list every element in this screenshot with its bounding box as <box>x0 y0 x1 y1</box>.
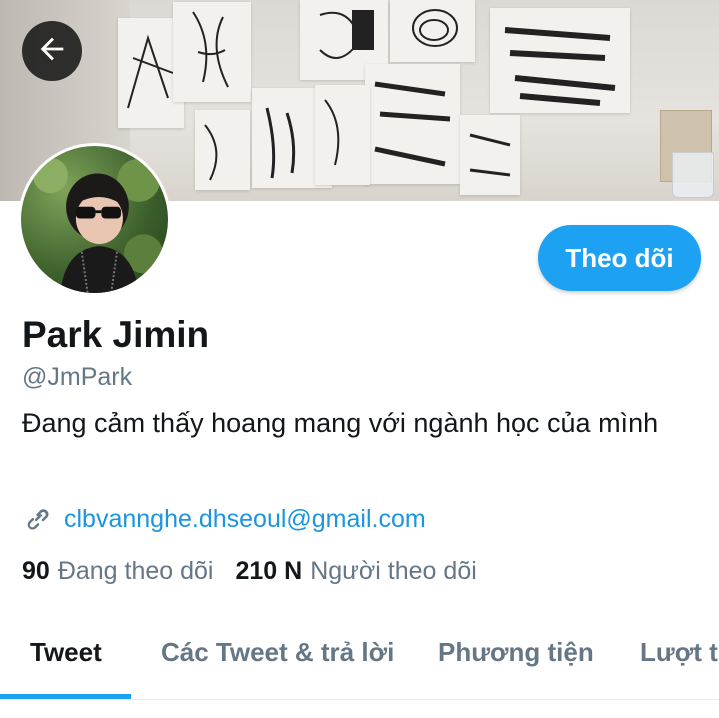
banner-drawing <box>390 0 475 62</box>
profile-tabs: Tweet Các Tweet & trả lời Phương tiện Lư… <box>0 612 719 700</box>
banner-drawing <box>195 110 250 190</box>
tab-tweets[interactable]: Tweet <box>30 637 102 668</box>
profile-handle: @JmPark <box>22 363 133 391</box>
tab-tweets-replies[interactable]: Các Tweet & trả lời <box>161 637 394 668</box>
following-label[interactable]: Đang theo dõi <box>58 557 214 586</box>
plastic-cup <box>672 152 714 198</box>
tabs-divider <box>0 699 719 700</box>
following-count[interactable]: 90 <box>22 557 50 586</box>
tab-likes[interactable]: Lượt thích <box>640 637 719 668</box>
follow-button[interactable]: Theo dõi <box>538 225 701 291</box>
banner-drawing <box>460 115 520 195</box>
back-button[interactable] <box>22 21 82 81</box>
profile-stats: 90 Đang theo dõi 210 N Người theo dõi <box>22 557 499 586</box>
link-icon <box>22 502 56 536</box>
profile-link-row: clbvannghe.dhseoul@gmail.com <box>22 502 426 536</box>
followers-label[interactable]: Người theo dõi <box>310 557 477 586</box>
banner-drawing <box>315 85 370 185</box>
profile-bio: Đang cảm thấy hoang mang với ngành học c… <box>22 408 659 438</box>
followers-count[interactable]: 210 N <box>236 557 303 586</box>
banner-drawing <box>490 8 630 113</box>
arrow-left-icon <box>35 32 69 71</box>
avatar[interactable] <box>18 143 171 296</box>
profile-link[interactable]: clbvannghe.dhseoul@gmail.com <box>64 505 426 534</box>
tab-media[interactable]: Phương tiện <box>438 637 594 668</box>
banner-drawing <box>173 2 251 102</box>
banner-drawing <box>365 64 460 184</box>
profile-name: Park Jimin <box>22 314 210 355</box>
